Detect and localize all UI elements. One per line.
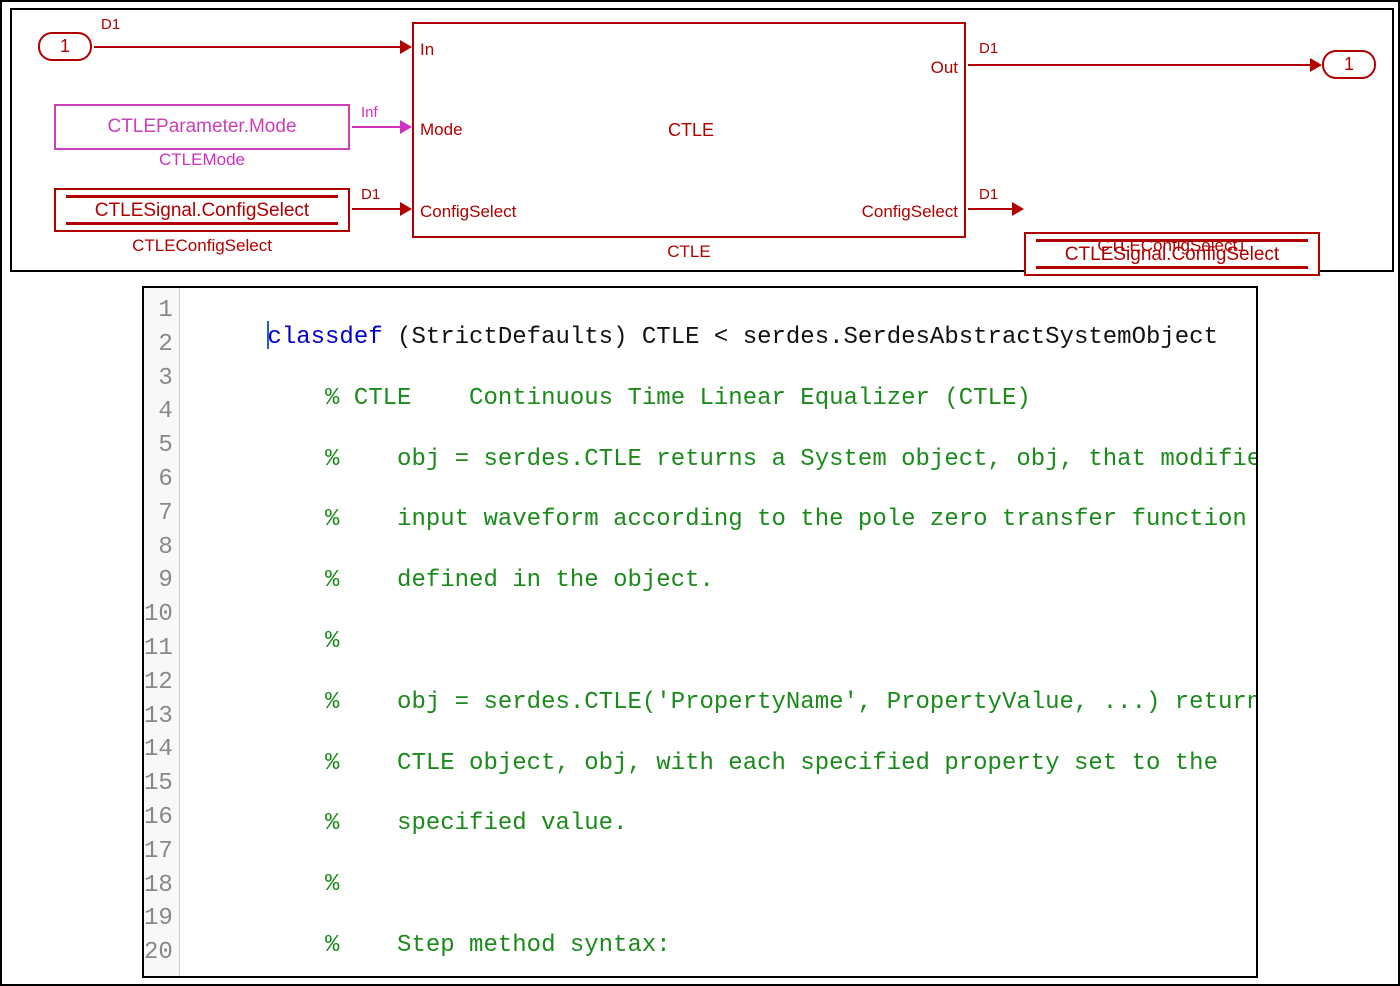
caption-ctle-mode: CTLEMode	[54, 150, 350, 170]
code-line: %	[210, 625, 1258, 659]
code-line: % obj = serdes.CTLE('PropertyName', Prop…	[210, 686, 1258, 720]
ctle-port-out: Out	[931, 58, 958, 78]
simulink-diagram[interactable]: 1 D1 CTLEParameter.Mode CTLEMode Inf CTL…	[10, 8, 1394, 272]
line-number: 18	[144, 869, 179, 903]
line-number: 17	[144, 835, 179, 869]
arrow-out-icon	[1310, 58, 1322, 72]
line-number: 19	[144, 902, 179, 936]
code-line: % Step method syntax:	[210, 929, 1258, 963]
constant-ctle-mode-text: CTLEParameter.Mode	[107, 116, 296, 137]
line-number: 15	[144, 767, 179, 801]
line-number-gutter: 1 2 3 4 5 6 7 8 9 10 11 12 13 14 15 16 1…	[144, 288, 180, 976]
caption-configselect-out: CTLEConfigSelect1	[1024, 236, 1320, 256]
outport-block[interactable]: 1	[1322, 50, 1376, 79]
ctle-port-configselect: ConfigSelect	[420, 202, 516, 222]
line-number: 13	[144, 700, 179, 734]
outport-number: 1	[1344, 54, 1354, 74]
inport-block[interactable]: 1	[38, 32, 92, 61]
line-number: 10	[144, 598, 179, 632]
line-number: 12	[144, 666, 179, 700]
caption-configselect-in: CTLEConfigSelect	[54, 236, 350, 256]
ctle-port-in: In	[420, 40, 434, 60]
code-line: % specified value.	[210, 807, 1258, 841]
signal-label-inf: Inf	[360, 104, 379, 121]
arrow-configselect-out-icon	[1012, 202, 1024, 216]
ctle-port-configselect-out: ConfigSelect	[862, 202, 958, 222]
line-number: 16	[144, 801, 179, 835]
datastore-read-text: CTLESignal.ConfigSelect	[56, 200, 348, 222]
arrow-configselect-in-icon	[400, 202, 412, 216]
signal-label-d1-cfg-out: D1	[978, 186, 999, 203]
line-number: 14	[144, 733, 179, 767]
wire-configselect-in	[352, 208, 406, 210]
constant-ctle-mode[interactable]: CTLEParameter.Mode	[54, 104, 350, 150]
line-number: 20	[144, 936, 179, 970]
ctle-block-caption: CTLE	[412, 242, 966, 262]
canvas: 1 D1 CTLEParameter.Mode CTLEMode Inf CTL…	[2, 2, 1398, 984]
line-number: 7	[144, 497, 179, 531]
inport-number: 1	[60, 36, 70, 56]
line-number: 4	[144, 395, 179, 429]
wire-in	[94, 46, 406, 48]
arrow-in-icon	[400, 40, 412, 54]
datastore-read-configselect[interactable]: CTLESignal.ConfigSelect	[54, 188, 350, 232]
ctle-block[interactable]: In Mode ConfigSelect Out ConfigSelect CT…	[412, 22, 966, 238]
code-line: classdef (StrictDefaults) CTLE < serdes.…	[210, 321, 1258, 355]
wire-configselect-out	[968, 208, 1018, 210]
line-number: 3	[144, 362, 179, 396]
line-number: 11	[144, 632, 179, 666]
line-number: 5	[144, 429, 179, 463]
code-line: % defined in the object.	[210, 564, 1258, 598]
signal-label-d1-in: D1	[100, 16, 121, 33]
code-line: % input waveform according to the pole z…	[210, 503, 1258, 537]
code-text[interactable]: classdef (StrictDefaults) CTLE < serdes.…	[180, 288, 1258, 976]
ctle-port-mode: Mode	[420, 120, 463, 140]
code-line: %	[210, 868, 1258, 902]
code-editor[interactable]: 1 2 3 4 5 6 7 8 9 10 11 12 13 14 15 16 1…	[142, 286, 1258, 978]
code-line: % CTLE object, obj, with each specified …	[210, 747, 1258, 781]
signal-label-d1-out: D1	[978, 40, 999, 57]
ctle-block-title: CTLE	[668, 120, 714, 141]
code-line: % obj = serdes.CTLE returns a System obj…	[210, 443, 1258, 477]
signal-label-d1-cfg-in: D1	[360, 186, 381, 203]
line-number: 6	[144, 463, 179, 497]
wire-out	[968, 64, 1316, 66]
line-number: 1	[144, 294, 179, 328]
line-number: 8	[144, 531, 179, 565]
line-number: 9	[144, 564, 179, 598]
wire-mode	[352, 126, 406, 128]
line-number: 2	[144, 328, 179, 362]
arrow-mode-icon	[400, 120, 412, 134]
code-line: % CTLE Continuous Time Linear Equalizer …	[210, 382, 1258, 416]
